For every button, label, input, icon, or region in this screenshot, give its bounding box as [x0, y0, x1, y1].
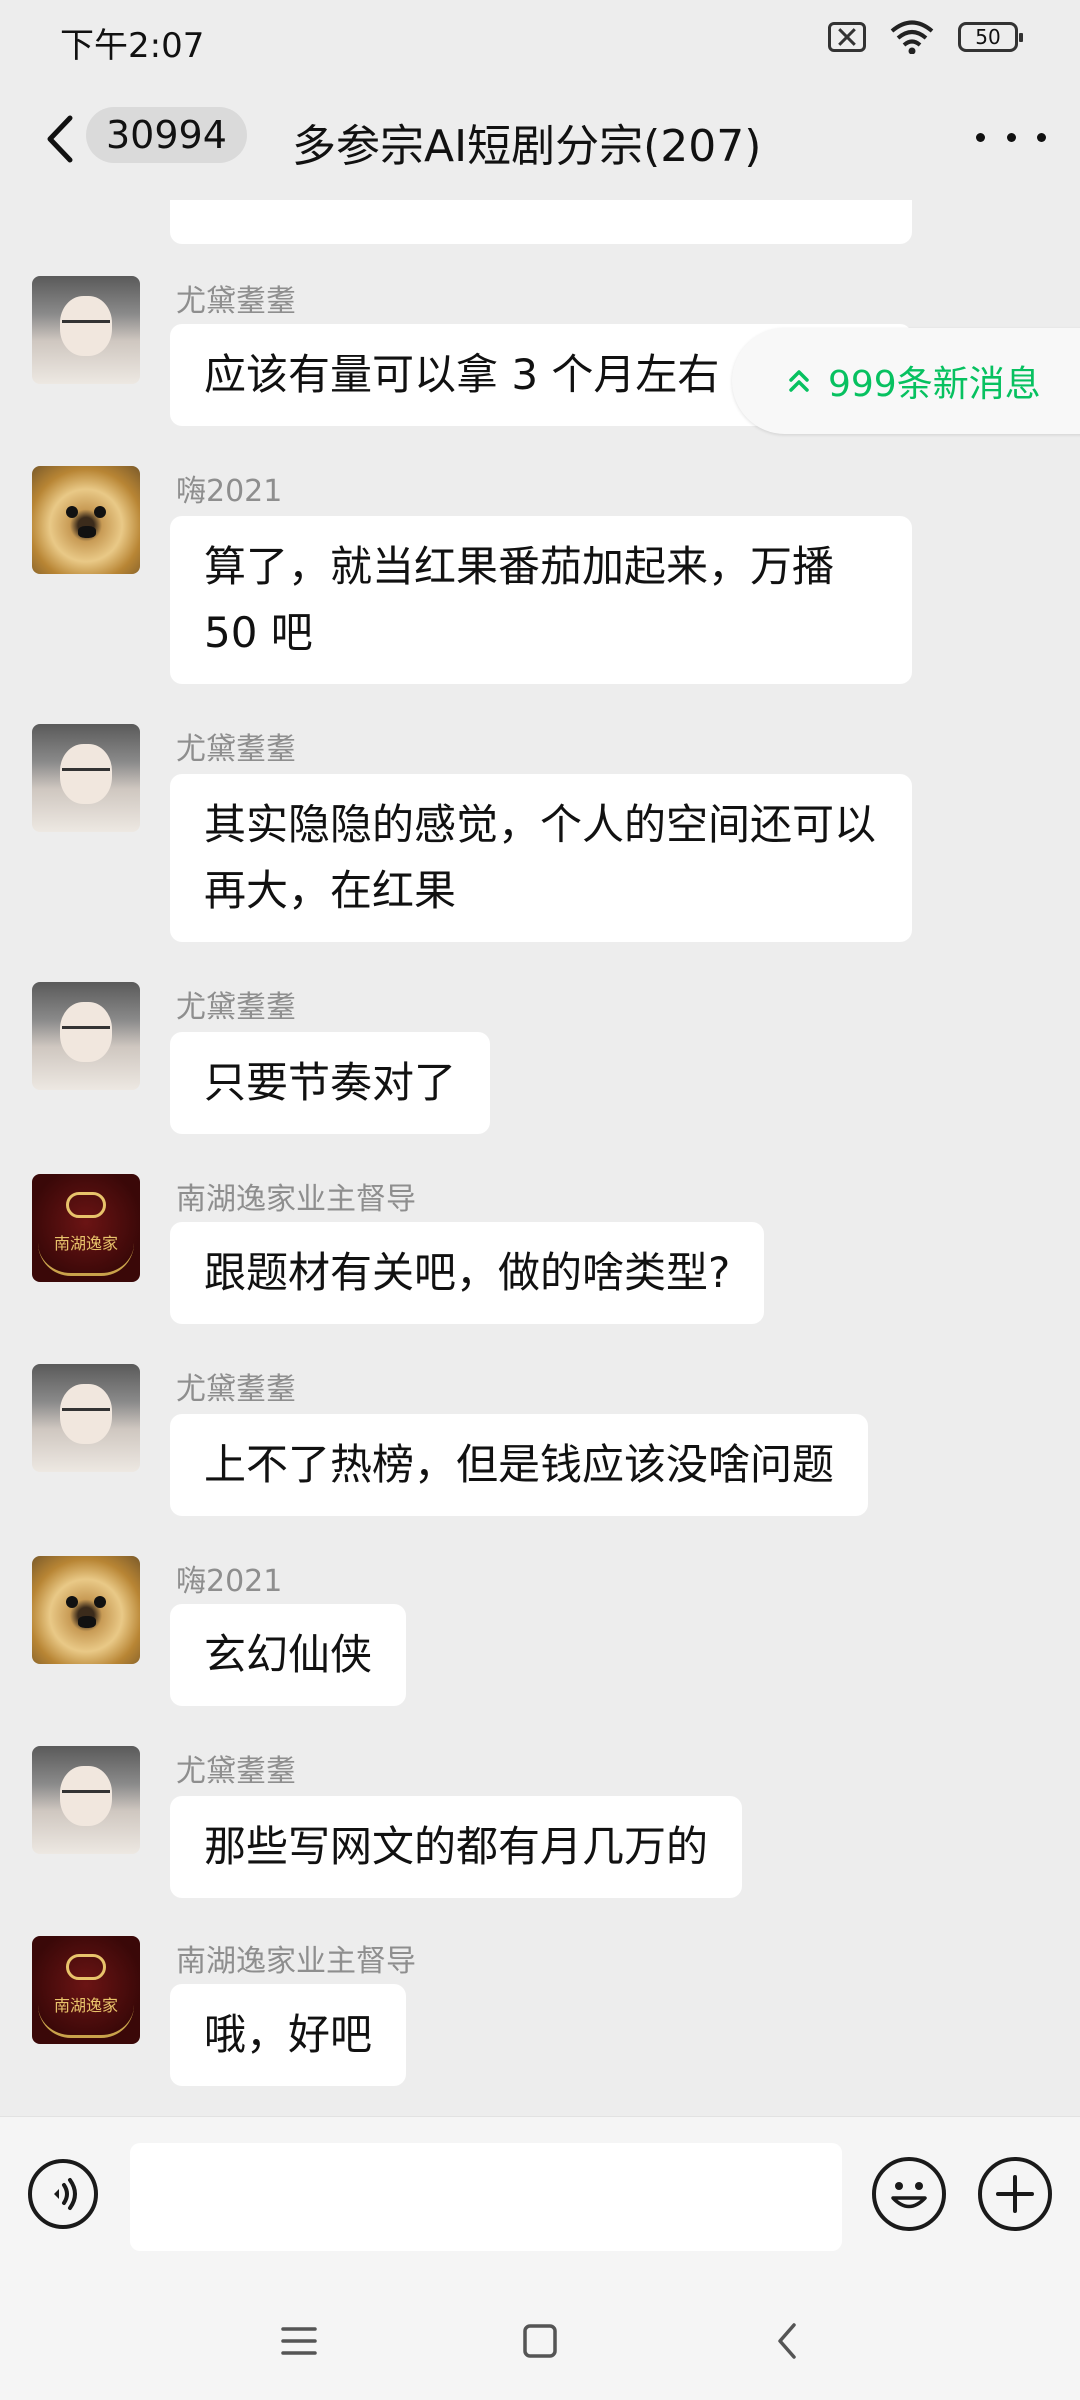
new-messages-button[interactable]: 999条新消息 [732, 328, 1080, 434]
sender-name[interactable]: 南湖逸家业主督导 [176, 1936, 416, 1980]
message-bubble[interactable]: 算了，就当红果番茄加起来，万播50 吧 [170, 516, 912, 684]
back-button[interactable] [34, 106, 84, 172]
logo-emblem [66, 1192, 106, 1218]
logo-wreath [38, 2005, 134, 2038]
plus-icon [996, 2175, 1034, 2213]
sender-name[interactable]: 尤黛耋耋 [176, 724, 296, 768]
avatar[interactable] [32, 1746, 140, 1854]
logo-wreath [38, 1243, 134, 1276]
menu-nav-button[interactable] [264, 2306, 334, 2376]
avatar[interactable]: 南湖逸家 [32, 1174, 140, 1282]
no-sim-icon [828, 22, 866, 52]
avatar-eye [66, 506, 78, 518]
battery-icon: 50 [958, 22, 1023, 52]
chat-title: 多参宗AI短剧分宗(207) [292, 121, 762, 172]
chat-header: 30994 多参宗AI短剧分宗(207) [0, 80, 1080, 200]
avatar-eye [94, 1596, 106, 1608]
double-chevron-up-icon [784, 366, 814, 396]
avatar-nose [78, 1616, 96, 1628]
sender-name[interactable]: 嗨2021 [176, 1556, 282, 1600]
sender-name[interactable]: 尤黛耋耋 [176, 982, 296, 1026]
avatar[interactable]: 南湖逸家 [32, 1936, 140, 2044]
avatar-glasses [62, 1408, 110, 1421]
dot-icon [1006, 132, 1016, 142]
more-actions-button[interactable] [978, 2157, 1052, 2231]
status-bar: 下午2:07 50 [0, 0, 1080, 80]
sender-name[interactable]: 尤黛耋耋 [176, 1364, 296, 1408]
message-bubble[interactable]: 上不了热榜，但是钱应该没啥问题 [170, 1414, 869, 1516]
chevron-left-icon [47, 115, 73, 163]
avatar[interactable] [32, 982, 140, 1090]
avatar[interactable] [32, 466, 140, 574]
message-bubble[interactable]: 其实隐隐的感觉，个人的空间还可以再大，在红果 [170, 774, 912, 942]
emoji-button[interactable] [872, 2157, 946, 2231]
unread-count-badge[interactable]: 30994 [86, 107, 247, 163]
voice-icon [54, 2178, 77, 2210]
avatar-eye [66, 1596, 78, 1608]
message-bubble[interactable]: 跟题材有关吧，做的啥类型? [170, 1222, 765, 1324]
message-bubble[interactable]: 只要节奏对了 [170, 1032, 491, 1134]
smile-icon [891, 2182, 927, 2209]
avatar[interactable] [32, 1364, 140, 1472]
system-nav-bar [0, 2276, 1080, 2400]
avatar-glasses [62, 1790, 110, 1803]
avatar-glasses [62, 320, 110, 333]
avatar-glasses [62, 768, 110, 781]
status-icons: 50 [828, 20, 1023, 54]
dot-icon [1037, 132, 1046, 142]
home-nav-button[interactable] [505, 2306, 575, 2376]
message-bubble[interactable]: 哦，好吧 [170, 1984, 407, 2086]
more-options-button[interactable] [976, 120, 1046, 154]
home-square-icon [523, 2324, 557, 2358]
sender-name[interactable]: 尤黛耋耋 [176, 276, 296, 320]
voice-input-button[interactable] [28, 2159, 98, 2229]
new-messages-label: 999条新消息 [828, 364, 1041, 405]
avatar-nose [78, 526, 96, 538]
wifi-icon [890, 20, 934, 54]
message-bubble[interactable]: 那些写网文的都有月几万的 [170, 1796, 743, 1898]
avatar[interactable] [32, 1556, 140, 1664]
input-bar [0, 2116, 1080, 2277]
menu-icon [281, 2327, 317, 2355]
logo-emblem [66, 1954, 106, 1980]
avatar[interactable] [32, 724, 140, 832]
avatar-glasses [62, 1026, 110, 1039]
sender-name[interactable]: 南湖逸家业主督导 [176, 1174, 416, 1218]
chevron-left-icon [778, 2323, 796, 2359]
back-nav-button[interactable] [752, 2306, 822, 2376]
dot-icon [976, 132, 985, 142]
status-time: 下午2:07 [60, 26, 205, 66]
avatar[interactable] [32, 276, 140, 384]
chat-area[interactable]: 尤黛耋耋 应该有量可以拿 3 个月左右 嗨2021 算了，就当红果番茄加起来，万… [0, 200, 1080, 2116]
message-input[interactable] [130, 2143, 842, 2251]
avatar-eye [94, 506, 106, 518]
sender-name[interactable]: 尤黛耋耋 [176, 1746, 296, 1790]
partial-message-bubble[interactable] [170, 200, 912, 244]
message-bubble[interactable]: 玄幻仙侠 [170, 1604, 407, 1706]
sender-name[interactable]: 嗨2021 [176, 466, 282, 510]
